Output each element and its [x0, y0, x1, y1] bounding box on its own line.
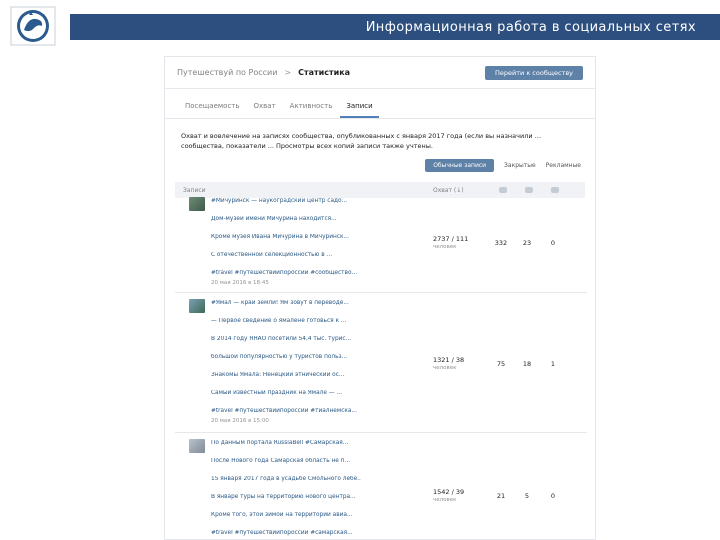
- breadcrumb-separator: >: [284, 68, 292, 77]
- post-line[interactable]: #Ямал — край земли! Ям зовут в переводе.…: [211, 300, 361, 306]
- post-line: Знакомы Ямала: Ненецкий этнический ос...: [211, 372, 345, 378]
- post-thumbnail: [189, 299, 205, 313]
- coverage-unit: человек: [433, 244, 457, 250]
- tab-coverage[interactable]: Охват: [248, 102, 282, 118]
- breadcrumb-current: Статистика: [298, 68, 351, 77]
- post-line: 15 января 2017 года в усадьбе Смольного …: [211, 476, 361, 482]
- statistics-screenshot: Путешествуй по России > Статистика Перей…: [164, 56, 596, 540]
- table-row[interactable]: По данным портала RussiaBell #Самарская.…: [175, 435, 587, 539]
- filter-regular-posts[interactable]: Обычные записи: [425, 159, 495, 172]
- post-line: В 2014 году ЯНАО посетили 54,4 тыс. тури…: [211, 336, 352, 342]
- post-line[interactable]: По данным портала RussiaBell #Самарская.…: [211, 440, 361, 446]
- reposts-count: 23: [522, 239, 532, 247]
- likes-count: 21: [496, 492, 506, 500]
- globe-logo-icon: [10, 6, 56, 46]
- breadcrumb-group[interactable]: Путешествуй по России: [177, 68, 277, 77]
- filter-ads[interactable]: Рекламные: [546, 162, 581, 169]
- coverage-unit: человек: [433, 365, 457, 371]
- tab-activity[interactable]: Активность: [284, 102, 339, 118]
- post-line: Дом-музей имени Мичурина находится...: [211, 216, 337, 222]
- coverage-value: 2737 / 111: [433, 235, 469, 243]
- likes-count: 332: [494, 239, 508, 247]
- table-row[interactable]: #Мичуринск — наукоградский центр садо...…: [175, 193, 587, 293]
- coverage-unit: человек: [433, 497, 457, 503]
- reposts-count: 18: [522, 360, 532, 368]
- post-date: 20 мая 2016 в 18:45: [211, 280, 269, 286]
- likes-count: 75: [496, 360, 506, 368]
- post-date: 20 мая 2016 в 15:00: [211, 418, 269, 424]
- post-line: большой популярностью у туристов польз..…: [211, 354, 348, 360]
- filter-closed[interactable]: Закрытые: [504, 162, 536, 169]
- post-filters: Обычные записи Закрытые Рекламные: [165, 151, 595, 172]
- post-line: С отечественной селекционностью в ...: [211, 252, 333, 258]
- coverage-value: 1542 / 39: [433, 488, 465, 496]
- stats-tabs: Посещаемость Охват Активность Записи: [165, 89, 595, 119]
- comments-count: 0: [550, 492, 556, 500]
- go-to-community-button[interactable]: Перейти к сообществу: [485, 65, 583, 80]
- post-thumbnail: [189, 439, 205, 453]
- comments-count: 1: [550, 360, 556, 368]
- post-line: Кроме того, этой зимой на территории ави…: [211, 512, 353, 518]
- post-line: После Нового года Самарская область не п…: [211, 458, 351, 464]
- tab-posts[interactable]: Записи: [340, 102, 379, 118]
- post-line: #travel #путешествийпороссии #тиалнемска…: [211, 408, 357, 414]
- page-topbar: Путешествуй по России > Статистика Перей…: [165, 57, 595, 89]
- reposts-count: 5: [524, 492, 530, 500]
- posts-description: Охват и вовлечение на записях сообщества…: [181, 132, 542, 150]
- post-line: В январе туры на территорию нового центр…: [211, 494, 356, 500]
- post-line: #travel #путешествийпороссии #самарская.…: [211, 530, 353, 536]
- post-line: #travel #путешествийпороссии #сообщество…: [211, 270, 358, 276]
- post-line: Самый известный праздник на Ямале — ...: [211, 390, 342, 396]
- post-line: — Первое сведение о ямалене готовься к .…: [211, 318, 347, 324]
- table-row[interactable]: #Ямал — край земли! Ям зовут в переводе.…: [175, 295, 587, 433]
- comments-count: 0: [550, 239, 556, 247]
- coverage-value: 1321 / 38: [433, 356, 465, 364]
- post-thumbnail: [189, 197, 205, 211]
- slide-title: Информационная работа в социальных сетях: [70, 14, 720, 40]
- post-line: Кроме музея Ивана Мичурина в Мичуринск..…: [211, 234, 349, 240]
- tab-attendance[interactable]: Посещаемость: [179, 102, 246, 118]
- post-line[interactable]: #Мичуринск — наукоградский центр садо...: [211, 198, 361, 204]
